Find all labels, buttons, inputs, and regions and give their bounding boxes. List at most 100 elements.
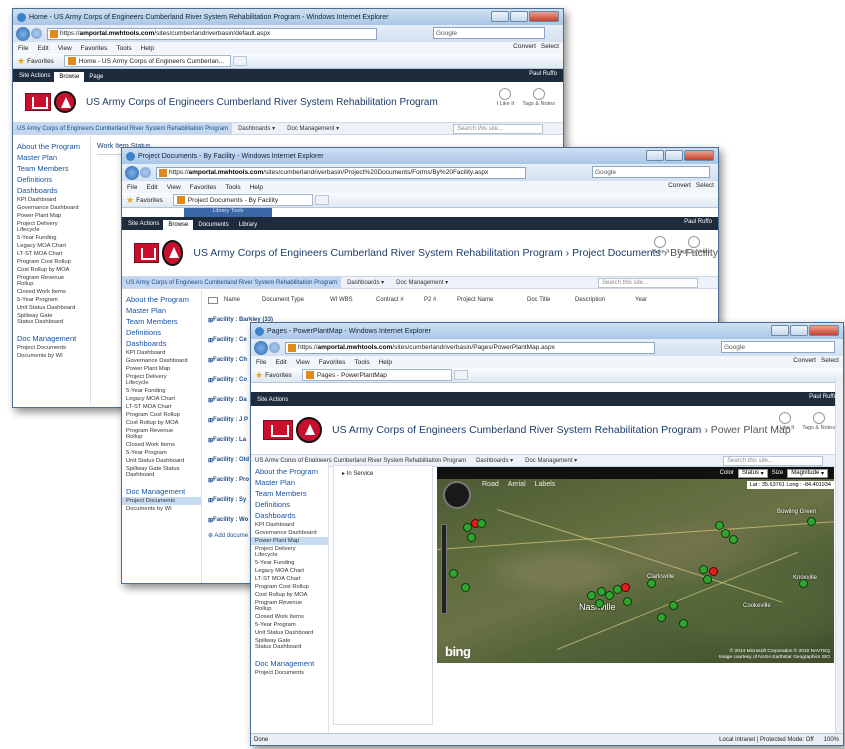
menu-favorites[interactable]: Favorites: [319, 359, 346, 366]
plant-marker[interactable]: [679, 619, 688, 628]
power-plant-map[interactable]: Road Aerial Labels Lat : 35.63761 Long :…: [437, 479, 834, 663]
col-project-name[interactable]: Project Name: [457, 297, 527, 303]
search-engine-box[interactable]: Google: [721, 341, 835, 353]
new-tab-button[interactable]: [453, 370, 468, 380]
ql-spillway[interactable]: Spillway Gate Status Dashboard: [122, 465, 184, 479]
ql-dashboards[interactable]: Dashboards: [122, 338, 201, 349]
ql-cost-rollup[interactable]: Program Cost Rollup: [122, 411, 201, 419]
ql-project-delivery[interactable]: Project Delivery Lifecycle: [13, 220, 73, 234]
zoom-level[interactable]: 100%: [824, 737, 839, 743]
plant-marker[interactable]: [449, 569, 458, 578]
plant-marker[interactable]: [467, 533, 476, 542]
map-labels-button[interactable]: Labels: [535, 481, 556, 488]
convert-button[interactable]: Convert: [513, 43, 536, 50]
menu-view[interactable]: View: [167, 184, 181, 191]
menu-file[interactable]: File: [127, 184, 137, 191]
new-tab-button[interactable]: [233, 56, 248, 66]
user-menu[interactable]: Paul Ruffo: [809, 394, 837, 400]
plant-marker[interactable]: [703, 575, 712, 584]
ql-revenue-rollup[interactable]: Program Revenue Rollup: [122, 427, 184, 441]
security-zone[interactable]: Local intranet | Protected Mode: Off: [719, 737, 814, 743]
new-tab-button[interactable]: [314, 195, 329, 205]
favorites-star-icon[interactable]: ★: [17, 56, 25, 67]
ql-project-delivery[interactable]: Project Delivery Lifecycle: [122, 373, 184, 387]
forward-arrow-icon[interactable]: [31, 28, 42, 39]
close-button[interactable]: [809, 325, 839, 336]
minimize-button[interactable]: [646, 150, 664, 161]
ql-doc-management[interactable]: Doc Management: [122, 486, 201, 497]
ql-cost-rollup[interactable]: Program Cost Rollup: [13, 258, 90, 266]
ql-master-plan[interactable]: Master Plan: [122, 305, 201, 316]
col-wi-wbs[interactable]: WI WBS: [330, 297, 376, 303]
nav-dashboards[interactable]: Dashboards ▾: [470, 457, 519, 464]
browser-tab[interactable]: Project Documents - By Facility: [172, 194, 313, 206]
convert-button[interactable]: Convert: [668, 182, 691, 189]
maximize-button[interactable]: [665, 150, 683, 161]
back-arrow-icon[interactable]: [254, 340, 268, 355]
maximize-button[interactable]: [790, 325, 808, 336]
nav-doc-management[interactable]: Doc Management ▾: [519, 457, 583, 464]
ql-cost-by-moa[interactable]: Cost Rollup by MOA: [251, 591, 328, 599]
plant-marker[interactable]: [799, 579, 808, 588]
ql-project-documents[interactable]: Project Documents: [122, 497, 201, 505]
select-all-checkbox[interactable]: [208, 296, 218, 304]
ql-closed-work-items[interactable]: Closed Work Items: [122, 441, 201, 449]
ql-lt-st-moa[interactable]: LT-ST MOA Chart: [251, 575, 328, 583]
favorites-button[interactable]: Favorites: [27, 58, 54, 65]
ql-governance[interactable]: Governance Dashboard: [13, 204, 90, 212]
ql-legacy-moa[interactable]: Legacy MOA Chart: [122, 395, 201, 403]
favorites-button[interactable]: Favorites: [265, 372, 292, 379]
url-field[interactable]: https://amportal.mwhtools.com/sites/cumb…: [285, 341, 655, 354]
ql-5yr-funding[interactable]: 5-Year Funding: [13, 234, 90, 242]
col-description[interactable]: Description: [575, 297, 635, 303]
col-doc-title[interactable]: Doc Title: [527, 297, 575, 303]
nav-doc-management[interactable]: Doc Management ▾: [390, 279, 454, 286]
i-like-it-button[interactable]: I Like It: [652, 236, 669, 255]
plant-marker[interactable]: [461, 583, 470, 592]
select-button[interactable]: Select: [821, 357, 839, 364]
ql-about[interactable]: About the Program: [251, 466, 328, 477]
maximize-button[interactable]: [510, 11, 528, 22]
ql-definitions[interactable]: Definitions: [251, 499, 328, 510]
ql-team-members[interactable]: Team Members: [122, 316, 201, 327]
url-field[interactable]: https://amportal.mwhtools.com/sites/cumb…: [47, 27, 377, 40]
favorites-button[interactable]: Favorites: [136, 197, 163, 204]
user-menu[interactable]: Paul Ruffo: [684, 219, 712, 225]
tab-documents[interactable]: Documents: [193, 220, 233, 230]
ql-about[interactable]: About the Program: [122, 294, 201, 305]
crumb-project-documents[interactable]: Project Documents: [572, 247, 661, 259]
ql-team-members[interactable]: Team Members: [13, 163, 90, 174]
ql-documents-by-wi[interactable]: Documents by WI: [122, 505, 201, 513]
menu-help[interactable]: Help: [250, 184, 263, 191]
menu-file[interactable]: File: [256, 359, 266, 366]
ql-cost-by-moa[interactable]: Cost Rollup by MOA: [122, 419, 201, 427]
ql-lt-st-moa[interactable]: LT-ST MOA Chart: [13, 250, 90, 258]
vertical-scrollbar[interactable]: [835, 379, 843, 733]
plant-marker[interactable]: [669, 601, 678, 610]
plant-marker[interactable]: [623, 597, 632, 606]
ql-5yr-program[interactable]: 5-Year Program: [122, 449, 201, 457]
ql-project-documents[interactable]: Project Documents: [251, 669, 328, 677]
nav-dashboards[interactable]: Dashboards ▾: [232, 125, 281, 132]
tags-notes-button[interactable]: Tags & Notes: [522, 88, 555, 107]
minimize-button[interactable]: [771, 325, 789, 336]
ql-about[interactable]: About the Program: [13, 141, 90, 152]
browser-tab[interactable]: Home - US Army Corps of Engineers Cumber…: [63, 55, 232, 67]
menu-view[interactable]: View: [296, 359, 310, 366]
ql-dashboards[interactable]: Dashboards: [251, 510, 328, 521]
favorites-star-icon[interactable]: ★: [126, 195, 134, 206]
color-select[interactable]: Status ▾: [737, 468, 768, 478]
col-name[interactable]: Name: [224, 297, 262, 303]
menu-edit[interactable]: Edit: [275, 359, 286, 366]
menu-tools[interactable]: Tools: [354, 359, 369, 366]
ql-legacy-moa[interactable]: Legacy MOA Chart: [251, 567, 328, 575]
nav-doc-management[interactable]: Doc Management ▾: [281, 125, 345, 132]
search-engine-box[interactable]: Google: [433, 27, 545, 39]
ql-master-plan[interactable]: Master Plan: [251, 477, 328, 488]
ql-documents-by-wi[interactable]: Documents by WI: [13, 352, 90, 360]
ql-unit-status[interactable]: Unit Status Dashboard: [122, 457, 201, 465]
ql-power-plant-map[interactable]: Power Plant Map: [251, 537, 328, 545]
nav-home[interactable]: US Army Corps of Engineers Cumberland Ri…: [122, 277, 342, 288]
site-search-input[interactable]: Search this site...: [598, 278, 698, 288]
ql-5yr-funding[interactable]: 5-Year Funding: [122, 387, 201, 395]
